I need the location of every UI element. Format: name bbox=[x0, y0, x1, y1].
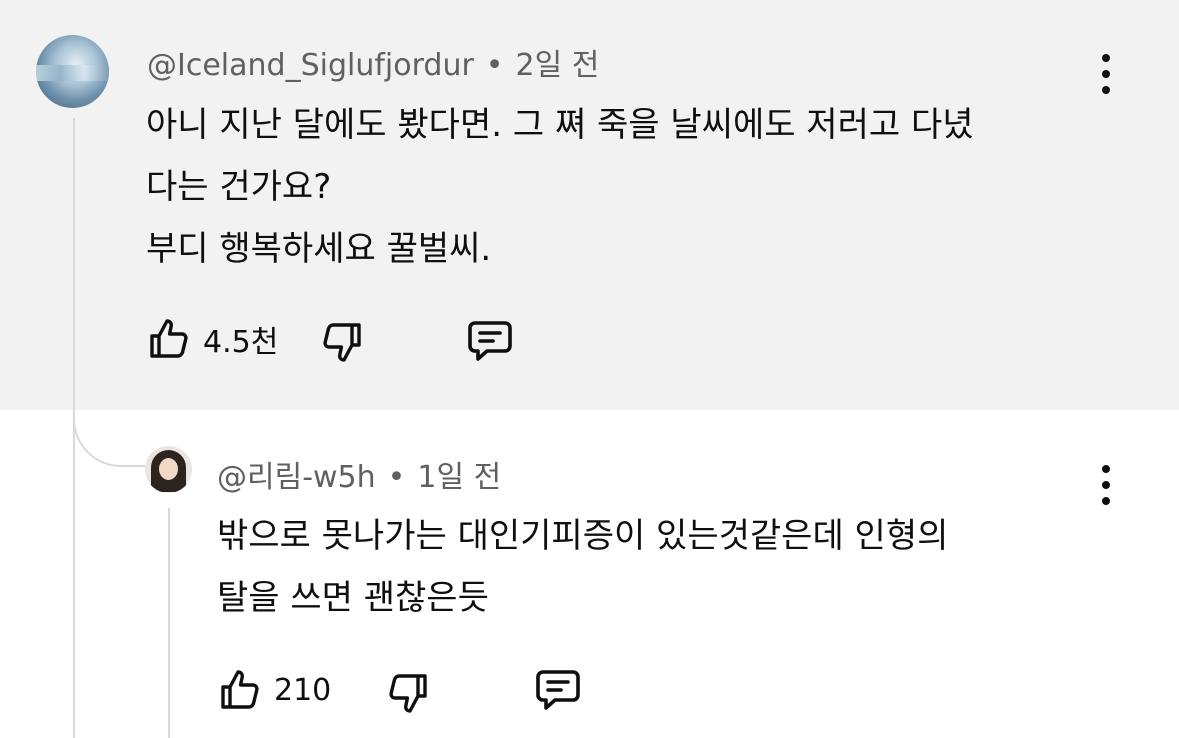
more-vert-icon-dot bbox=[1102, 86, 1110, 94]
more-vert-icon-dot bbox=[1102, 497, 1110, 505]
reply-meta: @리림-w5h • 1일 전 bbox=[217, 452, 501, 496]
reply-reply-button[interactable] bbox=[533, 667, 583, 713]
comment-line: 다는 건가요? bbox=[146, 167, 332, 207]
avatar[interactable] bbox=[36, 35, 109, 108]
comment-icon bbox=[468, 321, 512, 361]
reply-button[interactable] bbox=[465, 318, 515, 364]
like-button[interactable]: 4.5천 bbox=[145, 315, 278, 363]
thumbs-up-icon bbox=[150, 319, 188, 358]
meta-separator: • bbox=[485, 48, 504, 83]
meta-separator: • bbox=[387, 460, 406, 495]
reply-author-name[interactable]: @리림-w5h bbox=[217, 460, 376, 495]
comment-icon bbox=[536, 670, 580, 710]
reply-text: 밖으로 못나가는 대인기피증이 있는것같은데 인형의 탈을 쓰면 괜찮은듯 bbox=[217, 505, 948, 629]
timestamp[interactable]: 2일 전 bbox=[516, 48, 600, 83]
thumbs-up-icon bbox=[221, 670, 259, 709]
reply-line: 밖으로 못나가는 대인기피증이 있는것같은데 인형의 bbox=[217, 516, 949, 556]
thumbs-down-icon bbox=[323, 323, 361, 362]
reply-more-options-button[interactable] bbox=[1100, 465, 1112, 505]
comment-line: 부디 행복하세요 꿀벌씨. bbox=[146, 229, 492, 269]
reply-thread-line bbox=[168, 508, 170, 738]
more-vert-icon bbox=[1102, 465, 1110, 473]
comment-text: 아니 지난 달에도 봤다면. 그 쪄 죽을 날씨에도 저러고 다녔 다는 건가요… bbox=[146, 94, 974, 280]
more-vert-icon-dot bbox=[1102, 481, 1110, 489]
reply-line: 탈을 쓰면 괜찮은듯 bbox=[217, 578, 489, 618]
reply-dislike-button[interactable] bbox=[384, 669, 432, 717]
thumbs-down-icon bbox=[389, 674, 427, 713]
more-vert-icon-dot bbox=[1102, 70, 1110, 78]
more-options-button[interactable] bbox=[1100, 54, 1112, 94]
comment-meta: @Iceland_Siglufjordur • 2일 전 bbox=[147, 40, 599, 84]
reply-avatar[interactable] bbox=[145, 446, 192, 493]
reply-like-button[interactable]: 210 bbox=[216, 666, 331, 714]
like-count: 4.5천 bbox=[203, 325, 279, 360]
author-name[interactable]: @Iceland_Siglufjordur bbox=[147, 48, 474, 83]
reply-timestamp[interactable]: 1일 전 bbox=[417, 460, 501, 495]
avatar-face bbox=[159, 458, 178, 480]
thread-connector bbox=[73, 385, 145, 467]
more-vert-icon bbox=[1102, 54, 1110, 62]
comment-line: 아니 지난 달에도 봤다면. 그 쪄 죽을 날씨에도 저러고 다녔 bbox=[146, 105, 974, 145]
reply-like-count: 210 bbox=[274, 672, 332, 708]
dislike-button[interactable] bbox=[318, 318, 366, 366]
